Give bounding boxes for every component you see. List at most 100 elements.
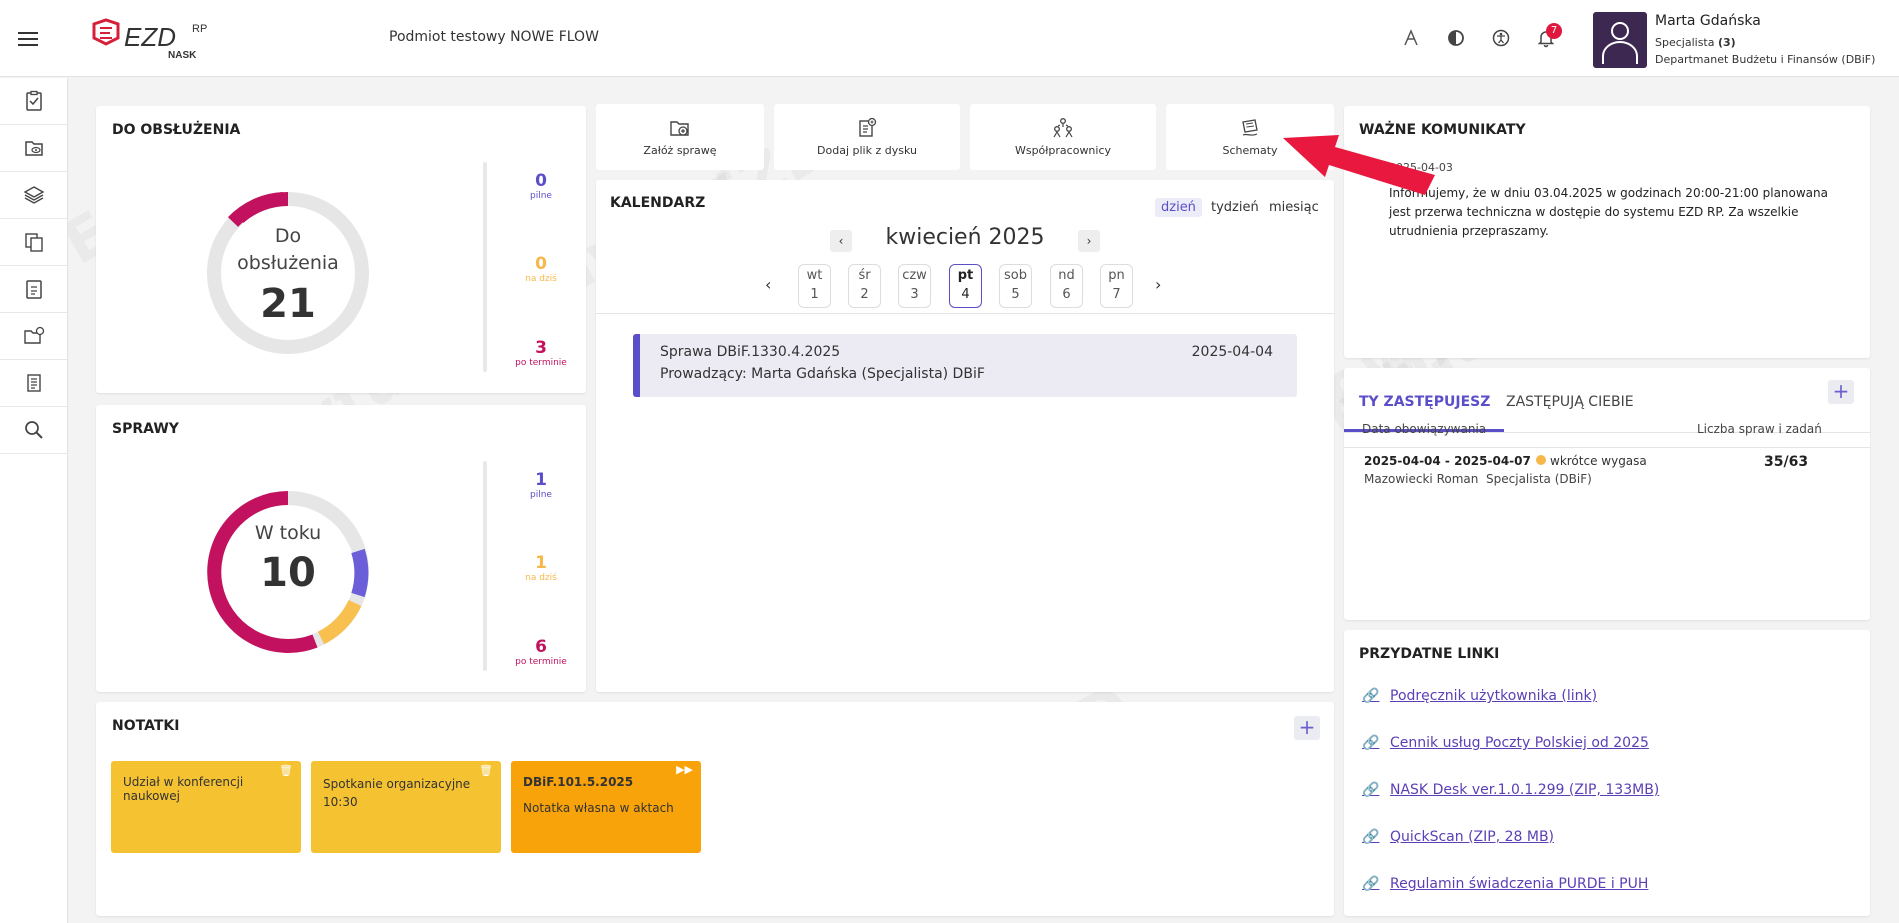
day-dow: pn <box>1108 268 1125 283</box>
person-role: Specjalista (DBiF) <box>1486 472 1592 486</box>
wspolpracownicy-button[interactable]: Współpracownicy <box>970 104 1156 170</box>
entity-name[interactable]: Podmiot testowy NOWE FLOW <box>389 29 599 45</box>
logo-text: EZD <box>124 22 176 52</box>
substitution-range: 2025-04-04 - 2025-04-07 <box>1364 454 1531 468</box>
stat-value: 0 <box>535 171 547 191</box>
trash-icon[interactable]: 🗑 <box>479 764 493 777</box>
link-item[interactable]: 🔗 Cennik usług Poczty Polskiej od 2025 <box>1362 735 1649 751</box>
annotation-arrow <box>1283 135 1435 195</box>
next-days-chevron-icon[interactable]: › <box>1155 275 1161 294</box>
document-icon[interactable] <box>0 360 67 407</box>
calendar-day[interactable]: śr 2 <box>848 264 881 308</box>
col-date-header: Data obowiązywania <box>1362 422 1487 436</box>
accessibility-icon[interactable] <box>1490 28 1512 50</box>
qa-label: Współpracownicy <box>1014 144 1112 157</box>
day-dow: pt <box>957 268 974 283</box>
day-dow: nd <box>1058 268 1075 283</box>
note-text: Udział w konferencji naukowej <box>123 775 244 803</box>
calendar-day-selected[interactable]: pt 4 <box>949 264 982 308</box>
do-obsluzenia-total: 21 <box>260 281 316 327</box>
link-item[interactable]: 🔗 Regulamin świadczenia PURDE i PUH <box>1362 876 1648 892</box>
sprawy-title: SPRAWY <box>112 421 179 437</box>
substitution-person: Mazowiecki Roman Specjalista (DBiF) <box>1364 472 1592 486</box>
view-day-tab[interactable]: dzień <box>1155 198 1202 217</box>
stat-pilne[interactable]: 1 pilne <box>511 470 571 500</box>
calendar-day[interactable]: pn 7 <box>1100 264 1133 308</box>
event-owner: Prowadzący: Marta Gdańska (Specjalista) … <box>660 366 985 382</box>
user-name[interactable]: Marta Gdańska <box>1655 13 1761 29</box>
trash-icon[interactable]: 🗑 <box>279 764 293 777</box>
divider <box>483 162 487 372</box>
folder-share-icon[interactable] <box>0 313 67 360</box>
day-dow: czw <box>902 268 927 283</box>
divider <box>1344 447 1870 448</box>
link-text: QuickScan (ZIP, 28 MB) <box>1390 829 1555 845</box>
contrast-icon[interactable] <box>1445 28 1467 50</box>
link-item[interactable]: 🔗 NASK Desk ver.1.0.1.299 (ZIP, 133MB) <box>1362 782 1659 798</box>
day-num: 2 <box>860 287 869 302</box>
calendar-event[interactable]: Sprawa DBiF.1330.4.2025 2025-04-04 Prowa… <box>633 334 1297 397</box>
note-text: Notatka własna w aktach <box>523 801 674 815</box>
stat-pilne[interactable]: 0 pilne <box>511 171 571 201</box>
col-count-header: Liczba spraw i zadań <box>1697 422 1822 436</box>
substitution-count: 35/63 <box>1764 454 1809 470</box>
link-item[interactable]: 🔗 Podręcznik użytkownika (link) <box>1362 688 1597 704</box>
search-icon[interactable] <box>0 407 67 454</box>
stat-po-terminie[interactable]: 3 po terminie <box>511 338 571 368</box>
do-obsluzenia-title: DO OBSŁUŻENIA <box>112 122 241 138</box>
stat-po-terminie[interactable]: 6 po terminie <box>511 637 571 667</box>
donut-label: W toku <box>254 522 322 544</box>
calendar-day[interactable]: czw 3 <box>898 264 931 308</box>
menu-icon[interactable] <box>18 32 38 46</box>
day-num: 6 <box>1062 287 1071 302</box>
divider <box>596 313 1334 314</box>
avatar[interactable] <box>1593 12 1647 68</box>
note-item[interactable]: DBiF.101.5.2025 Notatka własna w aktach … <box>511 761 701 853</box>
notification-badge: 7 <box>1546 23 1562 39</box>
eye-folder-icon[interactable] <box>0 125 67 172</box>
add-substitution-button[interactable]: + <box>1828 380 1854 404</box>
stat-na-dzis[interactable]: 1 na dziś <box>511 553 571 583</box>
calendar-day[interactable]: sob 5 <box>999 264 1032 308</box>
stat-label: na dziś <box>525 274 557 284</box>
calendar-day[interactable]: wt 1 <box>798 264 831 308</box>
next-month-button[interactable]: › <box>1078 230 1100 252</box>
view-week-tab[interactable]: tydzień <box>1205 198 1265 217</box>
documents-icon[interactable] <box>0 219 67 266</box>
divider <box>483 461 487 671</box>
prev-month-button[interactable]: ‹ <box>830 230 852 252</box>
sprawy-total: 10 <box>260 550 316 596</box>
event-date: 2025-04-04 <box>1191 344 1273 360</box>
clipboard-list-icon[interactable] <box>0 266 67 313</box>
stat-value: 1 <box>535 553 547 573</box>
day-dow: sob <box>1004 268 1027 283</box>
note-item[interactable]: Spotkanie organizacyjne 10:30 🗑 <box>311 761 501 853</box>
tab-zastepuja-ciebie[interactable]: ZASTĘPUJĄ CIEBIE <box>1506 394 1634 410</box>
donut-label-line2: obsłużenia <box>237 252 339 274</box>
add-note-button[interactable]: + <box>1294 716 1320 740</box>
day-num: 3 <box>910 287 919 302</box>
prev-days-chevron-icon[interactable]: ‹ <box>765 275 771 294</box>
link-item[interactable]: 🔗 QuickScan (ZIP, 28 MB) <box>1362 829 1554 845</box>
day-num: 4 <box>961 287 970 302</box>
link-icon: 🔗 <box>1362 876 1380 892</box>
dodaj-plik-button[interactable]: Dodaj plik z dysku <box>774 104 960 170</box>
people-icon <box>970 116 1156 140</box>
user-role: Specjalista (3) <box>1655 36 1736 49</box>
kalendarz-title: KALENDARZ <box>610 195 706 211</box>
note-heading: DBiF.101.5.2025 <box>523 775 634 789</box>
zaloz-sprawe-button[interactable]: Załóż sprawę <box>596 104 764 170</box>
layers-icon[interactable] <box>0 172 67 219</box>
note-item[interactable]: Udział w konferencji naukowej 🗑 <box>111 761 301 853</box>
clipboard-check-icon[interactable] <box>0 78 67 125</box>
calendar-day[interactable]: nd 6 <box>1050 264 1083 308</box>
font-size-icon[interactable] <box>1400 28 1422 50</box>
link-text: Regulamin świadczenia PURDE i PUH <box>1390 876 1649 892</box>
stat-label: na dziś <box>525 573 557 583</box>
fast-forward-icon[interactable]: ▶▶ <box>676 763 693 776</box>
stat-na-dzis[interactable]: 0 na dziś <box>511 254 571 284</box>
user-department: Departmanet Budżetu i Finansów (DBiF) <box>1655 53 1876 66</box>
stat-value: 6 <box>535 637 547 657</box>
stat-value: 3 <box>535 338 547 358</box>
ezd-logo[interactable]: EZD RP NASK <box>90 18 220 62</box>
